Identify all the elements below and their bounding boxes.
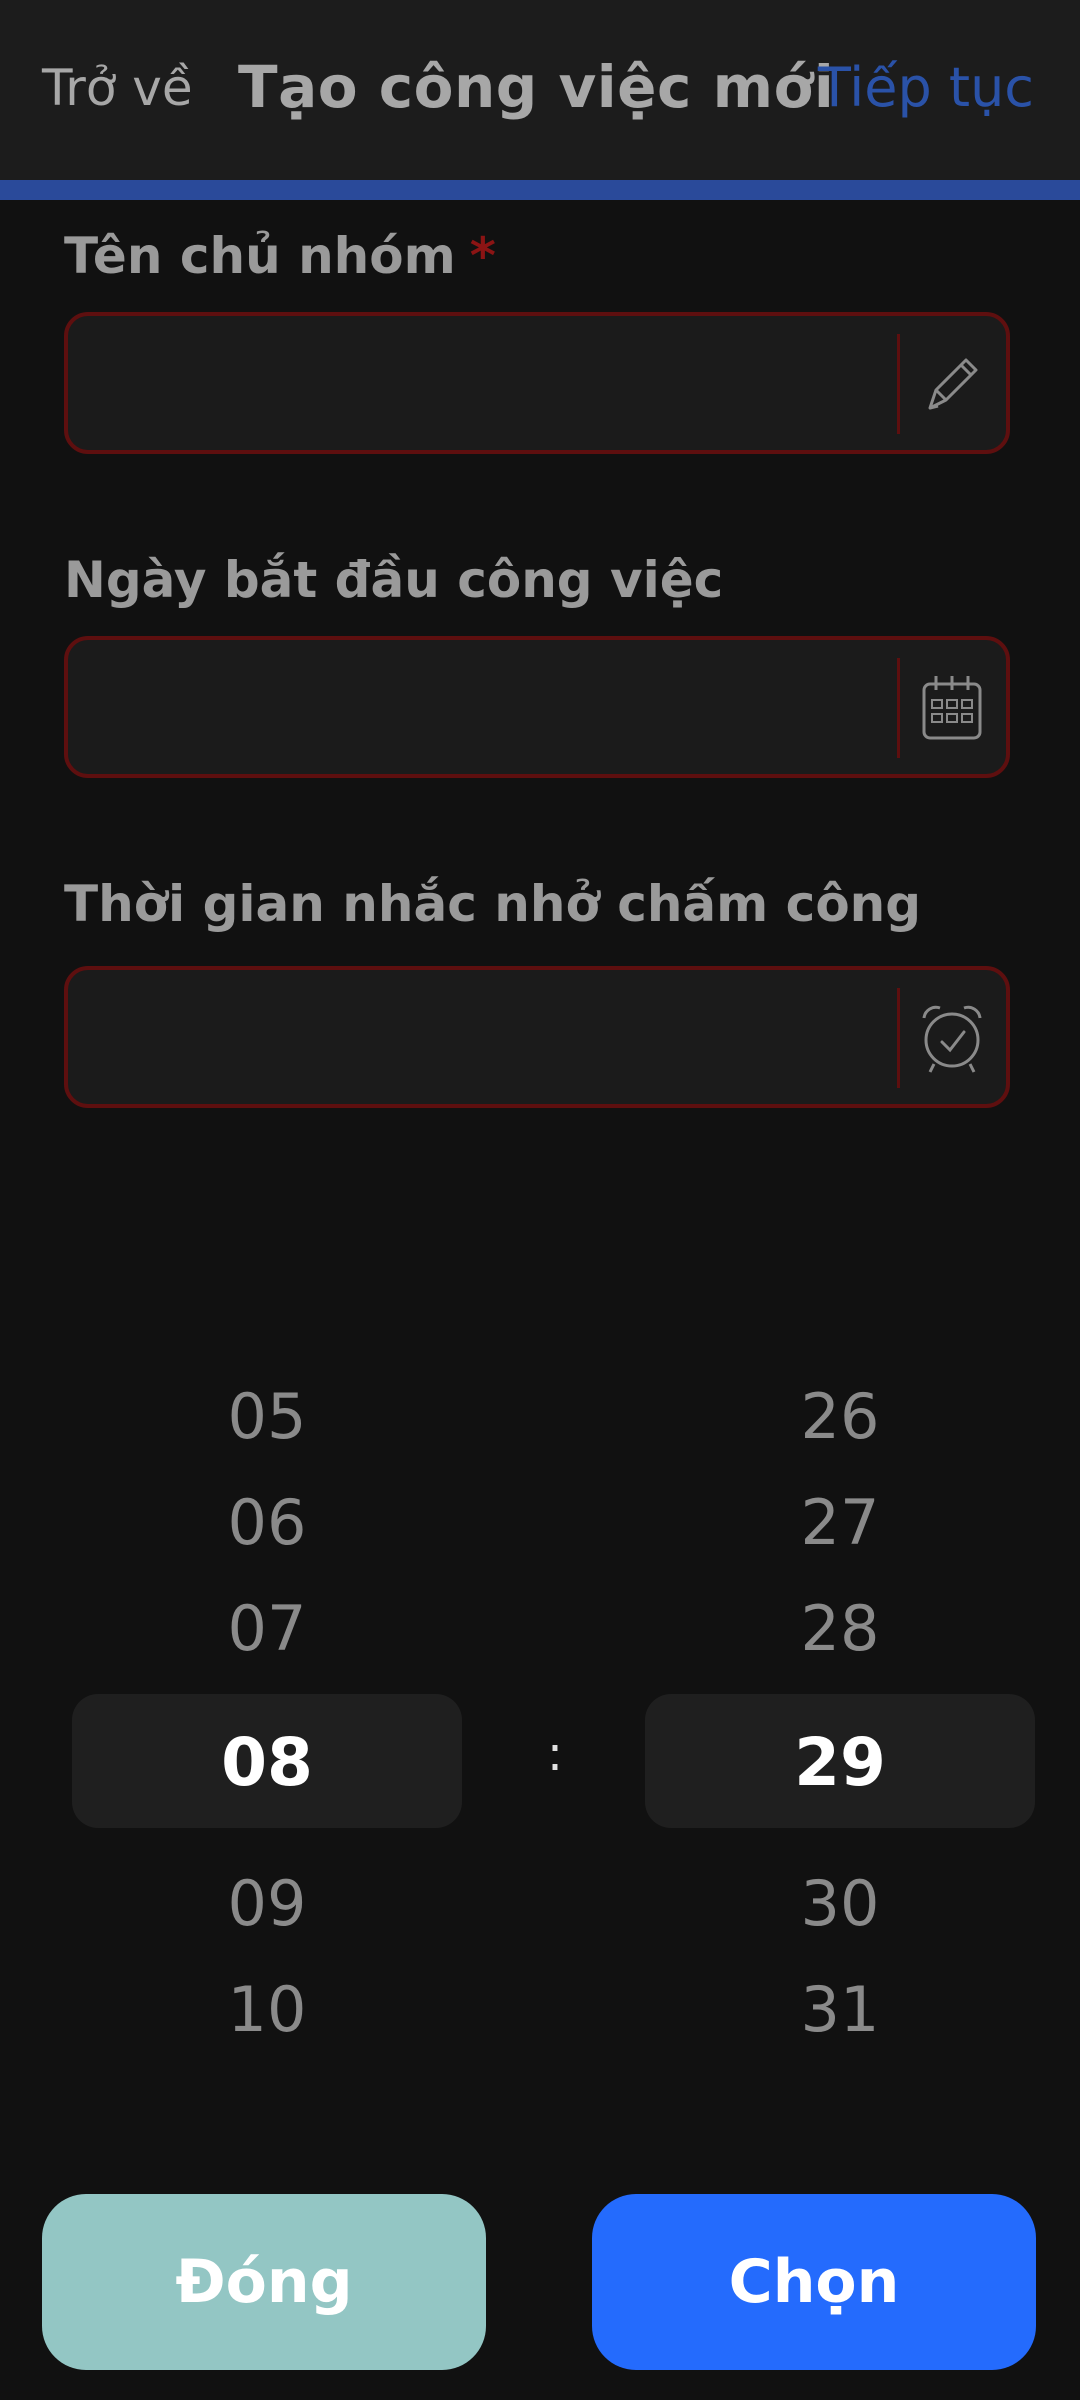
continue-button[interactable]: Tiếp tục [818,56,1034,120]
group-owner-label-text: Tên chủ nhóm [64,227,456,285]
hour-option[interactable]: 10 [72,1974,462,2046]
reminder-time-field[interactable] [64,966,1010,1108]
close-button[interactable]: Đóng [42,2194,486,2370]
progress-bar [0,180,1080,200]
page-title: Tạo công việc mới [238,53,835,121]
start-date-field[interactable] [64,636,1010,778]
back-button[interactable]: Trở về [42,56,193,120]
start-date-label: Ngày bắt đầu công việc [64,551,724,609]
minute-option[interactable]: 30 [645,1868,1035,1940]
minute-option[interactable]: 26 [645,1381,1035,1453]
screen: Trở về Tạo công việc mới Tiếp tục Tên ch… [0,0,1080,2400]
alarm-clock-icon[interactable] [916,1000,988,1076]
reminder-time-label: Thời gian nhắc nhở chấm công [64,875,922,933]
required-mark: * [469,227,496,285]
hour-option[interactable]: 05 [72,1381,462,1453]
selected-minute[interactable]: 29 [645,1725,1035,1801]
hour-option[interactable]: 06 [72,1487,462,1559]
field-divider [897,658,900,758]
selected-hour[interactable]: 08 [72,1725,462,1801]
group-owner-label: Tên chủ nhóm * [64,224,496,288]
field-divider [897,334,900,434]
field-divider [897,988,900,1088]
top-bar: Trở về Tạo công việc mới Tiếp tục [0,0,1080,180]
hour-option[interactable]: 09 [72,1868,462,1940]
pencil-icon[interactable] [916,346,988,422]
minute-option[interactable]: 27 [645,1487,1035,1559]
hour-option[interactable]: 07 [72,1593,462,1665]
select-button[interactable]: Chọn [592,2194,1036,2370]
calendar-icon[interactable] [916,670,988,746]
group-owner-field[interactable] [64,312,1010,454]
minute-option[interactable]: 31 [645,1974,1035,2046]
time-separator: : [546,1726,564,1782]
minute-option[interactable]: 28 [645,1593,1035,1665]
